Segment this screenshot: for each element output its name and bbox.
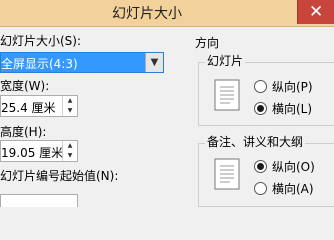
width-label: 宽度(W): xyxy=(0,79,50,93)
numbering-stepper[interactable] xyxy=(0,194,78,207)
portrait-document-icon xyxy=(214,79,240,111)
slide-size-selected-value: 全屏显示(4:3) xyxy=(1,57,78,71)
height-label: 高度(H): xyxy=(0,125,47,139)
radio-button[interactable] xyxy=(254,102,267,115)
slide-size-label: 幻灯片大小(S): xyxy=(0,34,82,48)
radio-button[interactable] xyxy=(254,80,267,93)
notes-group-title: 备注、讲义和大纲 xyxy=(205,133,306,150)
width-decrement-icon[interactable]: ▼ xyxy=(63,106,77,116)
radio-button[interactable] xyxy=(254,160,267,173)
portrait-document-icon xyxy=(214,158,240,190)
title-bar: 幻灯片大小 ✕ xyxy=(0,0,334,27)
notes-portrait-label: 纵向(O) xyxy=(272,160,315,174)
radio-selected-dot xyxy=(257,163,264,170)
slides-portrait-label: 纵向(P) xyxy=(272,80,313,94)
slide-size-dropdown[interactable]: 全屏显示(4:3) ▼ xyxy=(0,52,164,73)
close-icon: ✕ xyxy=(309,2,324,22)
height-value: 19.05 厘米 xyxy=(1,146,64,160)
chevron-down-icon[interactable]: ▼ xyxy=(145,53,163,72)
notes-landscape-label: 横向(A) xyxy=(272,182,314,196)
radio-selected-dot xyxy=(257,105,264,112)
width-stepper[interactable]: 25.4 厘米 ▲ ▼ xyxy=(0,95,78,117)
slides-group-title: 幻灯片 xyxy=(205,52,246,69)
radio-button[interactable] xyxy=(254,182,267,195)
height-decrement-icon[interactable]: ▼ xyxy=(63,151,77,161)
height-increment-icon[interactable]: ▲ xyxy=(63,141,77,151)
width-value: 25.4 厘米 xyxy=(1,101,56,115)
width-increment-icon[interactable]: ▲ xyxy=(63,96,77,106)
orientation-heading: 方向 xyxy=(195,36,220,50)
dialog-title: 幻灯片大小 xyxy=(112,6,182,22)
slides-landscape-label: 横向(L) xyxy=(272,102,313,116)
numbering-label: 幻灯片编号起始值(N): xyxy=(0,169,119,183)
height-stepper[interactable]: 19.05 厘米 ▲ ▼ xyxy=(0,140,78,162)
close-button[interactable]: ✕ xyxy=(297,0,334,24)
